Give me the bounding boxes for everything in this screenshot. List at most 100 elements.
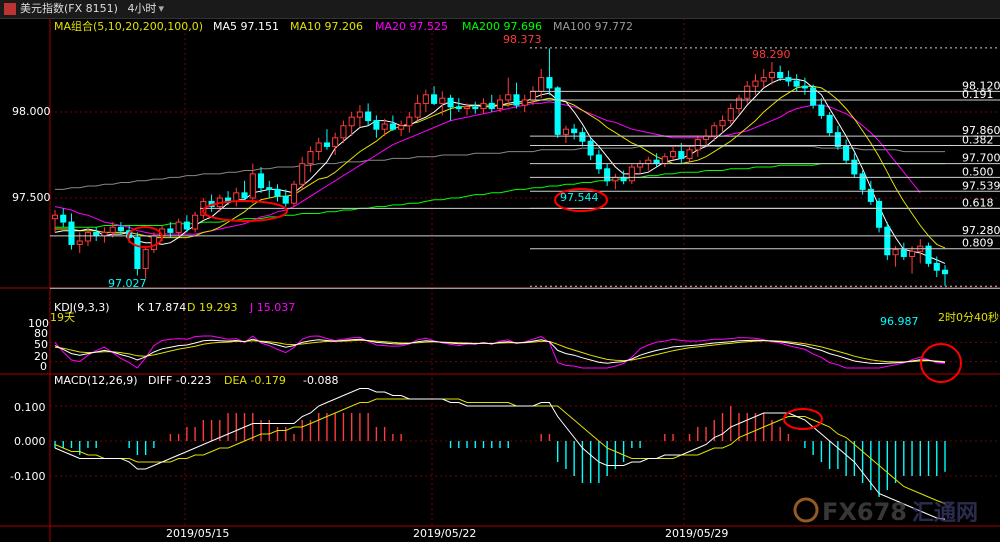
candle-body xyxy=(892,249,899,256)
candle-body xyxy=(389,123,396,130)
candle-body xyxy=(933,262,940,271)
candle-body xyxy=(768,71,775,79)
fib-level-label: 0.500 xyxy=(962,165,994,178)
annotation-low-96987: 96.987 xyxy=(880,315,919,328)
candle-body xyxy=(290,183,298,204)
annotation-high-98290: 98.290 xyxy=(752,48,791,61)
macd-y-tick-0000: 0.000 xyxy=(14,435,46,448)
candle-body xyxy=(249,173,256,199)
candle-body xyxy=(175,221,182,233)
fibonacci-levels: 98.1200.19197.8600.38297.7000.50097.5390… xyxy=(50,47,1000,289)
fib-level-label: 0.618 xyxy=(962,196,994,209)
ma200-line xyxy=(55,163,945,228)
candle-body xyxy=(744,85,751,99)
candle-body xyxy=(472,106,479,110)
ma5-legend: MA5 97.151 xyxy=(213,20,279,33)
candle-body xyxy=(439,97,446,104)
candle-body xyxy=(777,71,784,79)
candle-body xyxy=(307,151,314,165)
kdj-y-tick-0: 0 xyxy=(40,360,47,373)
candle-body xyxy=(628,166,635,182)
candle-body xyxy=(150,235,157,251)
candle-body xyxy=(711,125,718,137)
candle-body xyxy=(323,142,330,147)
candle-body xyxy=(637,163,644,168)
candle-body xyxy=(604,168,611,182)
candle-body xyxy=(702,135,710,141)
kdj-lines xyxy=(54,335,946,369)
candle-body xyxy=(381,123,388,130)
candle-body xyxy=(678,151,685,159)
candle-body xyxy=(463,106,471,110)
candle-body xyxy=(579,132,586,142)
period-dropdown-icon[interactable]: ▾ xyxy=(158,2,164,15)
candle-body xyxy=(859,173,866,190)
candle-body xyxy=(645,159,652,165)
candle-body xyxy=(257,173,265,189)
kdj-legend-title: KDJ(9,3,3) xyxy=(54,301,110,314)
candle-body xyxy=(661,156,668,165)
candle-body xyxy=(167,228,174,233)
candle-body xyxy=(282,195,289,204)
candle-body xyxy=(422,94,429,104)
fib-level-label: 97.700 xyxy=(962,152,1000,165)
kdj-d-legend: D 19.293 xyxy=(187,301,237,314)
candle-body xyxy=(876,200,883,228)
kdj-k-legend: K 17.874 xyxy=(137,301,186,314)
candle-body xyxy=(843,145,850,161)
candle-body xyxy=(562,128,569,135)
x-tick-20190515: 2019/05/15 xyxy=(166,527,229,540)
candle-body xyxy=(398,125,405,130)
x-tick-20190522: 2019/05/22 xyxy=(413,527,476,540)
y-tick-98000: 98.000 xyxy=(12,105,51,118)
kdj-d-line xyxy=(54,339,946,363)
watermark-logo-icon xyxy=(793,497,819,523)
ma100-legend: MA100 97.772 xyxy=(553,20,633,33)
candlesticks xyxy=(51,48,949,286)
candle-body xyxy=(686,149,693,159)
candle-body xyxy=(117,226,124,232)
window-title: 美元指数(FX 8151) xyxy=(20,2,118,15)
kdj-j-line xyxy=(54,335,946,369)
candle-body xyxy=(529,90,537,101)
candle-body xyxy=(612,176,619,182)
candle-body xyxy=(818,104,825,116)
candle-body xyxy=(241,192,248,199)
macd-diff-legend: DIFF -0.223 xyxy=(148,374,211,387)
period-label[interactable]: 4小时 xyxy=(127,2,156,15)
candle-body xyxy=(488,102,495,110)
candle-body xyxy=(900,249,907,257)
candle-body xyxy=(356,111,363,118)
candle-body xyxy=(480,102,487,110)
candle-body xyxy=(266,187,273,190)
countdown-label: 2时0分40秒 xyxy=(938,310,999,324)
candle-body xyxy=(826,114,833,134)
app-icon xyxy=(4,3,16,15)
candle-body xyxy=(109,226,116,233)
candle-body xyxy=(505,94,512,101)
ma-legend-title: MA组合(5,10,20,200,100,0) xyxy=(54,19,203,33)
candle-body xyxy=(538,77,545,92)
candle-body xyxy=(760,77,767,82)
fib-level-label: 97.539 xyxy=(962,179,1000,192)
annotation-low-97544: 97.544 xyxy=(560,191,599,204)
ma200-legend: MA200 97.696 xyxy=(462,20,542,33)
candle-body xyxy=(84,231,92,242)
candle-body xyxy=(365,111,372,122)
candle-body xyxy=(513,94,520,106)
candle-body xyxy=(455,106,462,110)
candle-body xyxy=(142,249,149,270)
chart-canvas[interactable]: 98.1200.19197.8600.38297.7000.50097.5390… xyxy=(0,18,1000,542)
candle-body xyxy=(834,132,841,147)
candle-body xyxy=(670,151,677,158)
ma10-legend: MA10 97.206 xyxy=(290,20,363,33)
candle-body xyxy=(447,97,454,108)
watermark: FX678 汇通网 xyxy=(793,497,978,526)
window-titlebar: 美元指数(FX 8151) 4小时 ▾ xyxy=(0,0,1000,19)
candle-body xyxy=(332,137,339,147)
candle-body xyxy=(719,120,726,127)
candle-body xyxy=(134,237,141,270)
macd-value-legend: -0.088 xyxy=(303,374,338,387)
candle-body xyxy=(554,87,561,135)
candle-body xyxy=(941,269,949,275)
